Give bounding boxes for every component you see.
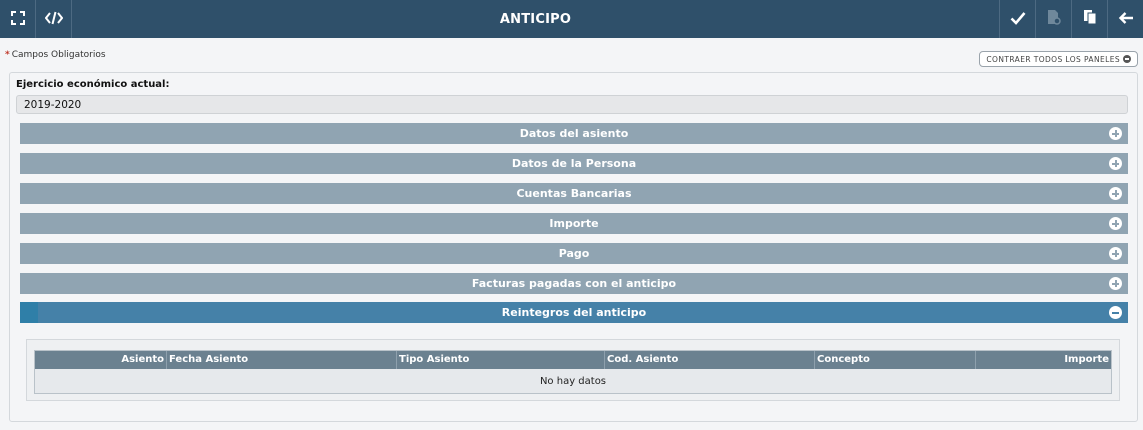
copy-icon	[1083, 9, 1097, 29]
fiscal-year-field: 2019-2020	[16, 95, 1128, 114]
collapse-all-panels-button[interactable]: CONTRAER TODOS LOS PANELES	[979, 51, 1138, 67]
confirm-button[interactable]	[999, 0, 1035, 38]
section-cuentas-bancarias[interactable]: Cuentas Bancarias	[20, 183, 1128, 204]
expand-plus-icon[interactable]	[1109, 217, 1122, 230]
top-toolbar: ANTICIPO	[0, 0, 1143, 38]
check-icon	[1010, 10, 1026, 29]
section-facturas-pagadas[interactable]: Facturas pagadas con el anticipo	[20, 273, 1128, 294]
section-label: Cuentas Bancarias	[516, 187, 632, 200]
reintegros-table: Asiento Fecha Asiento Tipo Asiento Cod. …	[34, 350, 1112, 394]
table-header: Asiento Fecha Asiento Tipo Asiento Cod. …	[35, 351, 1111, 369]
section-label: Facturas pagadas con el anticipo	[471, 277, 677, 290]
back-arrow-icon	[1118, 10, 1134, 29]
required-fields-note: * Campos Obligatorios	[5, 50, 106, 60]
collapse-all-label: CONTRAER TODOS LOS PANELES	[986, 54, 1120, 64]
section-reintegros[interactable]: Reintegros del anticipo	[20, 302, 1128, 323]
column-header-tipo-asiento[interactable]: Tipo Asiento	[397, 351, 605, 369]
section-label: Pago	[558, 247, 590, 260]
collapse-minus-icon[interactable]	[1109, 306, 1122, 319]
expand-plus-icon[interactable]	[1109, 127, 1122, 140]
expand-plus-icon[interactable]	[1109, 247, 1122, 260]
fullscreen-icon	[10, 10, 25, 29]
code-icon	[44, 10, 63, 29]
expand-plus-icon[interactable]	[1109, 187, 1122, 200]
section-pago[interactable]: Pago	[20, 243, 1128, 264]
reintegros-panel-body: Asiento Fecha Asiento Tipo Asiento Cod. …	[26, 339, 1120, 401]
minus-circle-icon	[1123, 55, 1131, 63]
expand-plus-icon[interactable]	[1109, 157, 1122, 170]
section-importe[interactable]: Importe	[20, 213, 1128, 234]
copy-button[interactable]	[1071, 0, 1107, 38]
column-header-importe[interactable]: Importe	[976, 351, 1111, 369]
column-header-fecha-asiento[interactable]: Fecha Asiento	[167, 351, 397, 369]
section-active-stripe	[20, 302, 38, 323]
fiscal-year-label: Ejercicio económico actual:	[16, 79, 170, 90]
section-label: Importe	[549, 217, 599, 230]
page-title: ANTICIPO	[499, 11, 572, 27]
fullscreen-button[interactable]	[0, 0, 36, 38]
expand-plus-icon[interactable]	[1109, 277, 1122, 290]
required-note-text: Campos Obligatorios	[11, 50, 106, 60]
section-datos-asiento[interactable]: Datos del asiento	[20, 123, 1128, 144]
section-datos-persona[interactable]: Datos de la Persona	[20, 153, 1128, 174]
section-label: Datos del asiento	[519, 127, 629, 140]
back-button[interactable]	[1107, 0, 1143, 38]
section-label: Reintegros del anticipo	[501, 306, 647, 319]
code-button[interactable]	[36, 0, 72, 38]
column-header-cod-asiento[interactable]: Cod. Asiento	[605, 351, 815, 369]
column-header-asiento[interactable]: Asiento	[35, 351, 167, 369]
form-panel: Ejercicio económico actual: 2019-2020 Da…	[9, 72, 1138, 422]
required-asterisk-icon: *	[5, 50, 10, 60]
table-empty-row: No hay datos	[35, 369, 1111, 393]
section-label: Datos de la Persona	[511, 157, 637, 170]
column-header-concepto[interactable]: Concepto	[815, 351, 976, 369]
document-settings-button[interactable]	[1035, 0, 1071, 38]
document-settings-icon	[1047, 9, 1061, 29]
